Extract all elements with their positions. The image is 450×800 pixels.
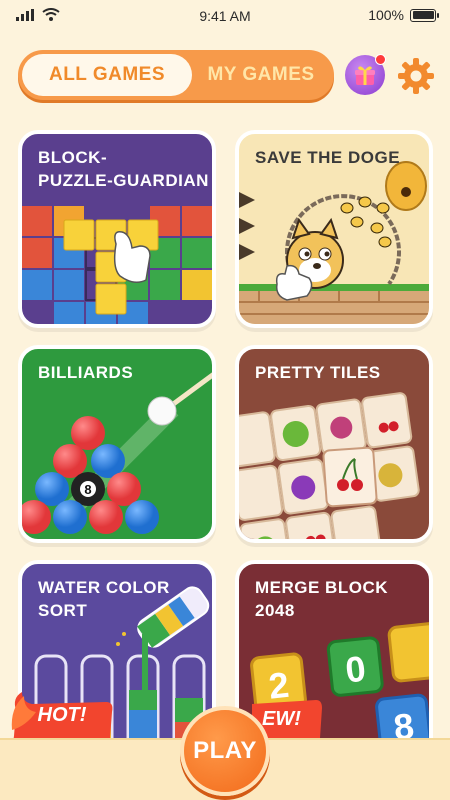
gear-icon xyxy=(398,58,434,94)
notification-badge xyxy=(375,54,386,65)
game-title: MERGE BLOCK 2048 xyxy=(255,578,388,620)
eight-ball-number: 8 xyxy=(84,482,91,497)
gift-icon xyxy=(355,66,375,85)
battery-icon xyxy=(410,8,439,22)
game-tabs: ALL GAMES MY GAMES xyxy=(18,50,334,100)
merge-tile-value: 0 xyxy=(343,648,367,691)
game-title: PRETTY TILES xyxy=(255,363,381,382)
game-card-pretty-tiles[interactable]: PRETTY TILES xyxy=(235,345,433,543)
game-title: SAVE THE DOGE xyxy=(255,148,401,167)
tab-all-games[interactable]: ALL GAMES xyxy=(22,54,192,96)
game-card-save-the-doge[interactable]: SAVE THE DOGE xyxy=(235,130,433,328)
gift-button[interactable] xyxy=(345,54,386,95)
battery-group: 100% xyxy=(368,7,439,23)
battery-percent: 100% xyxy=(368,7,404,23)
game-title: WATER COLOR SORT xyxy=(38,578,170,620)
game-title: BILLIARDS xyxy=(38,363,134,382)
tab-my-games[interactable]: MY GAMES xyxy=(192,54,330,96)
game-card-billiards[interactable]: BILLIARDS 8 xyxy=(18,345,216,543)
settings-button[interactable] xyxy=(396,56,436,96)
status-bar: 9:41 AM 100% xyxy=(0,0,450,30)
game-card-block-puzzle-guardian[interactable]: BLOCK- PUZZLE-GUARDIAN xyxy=(18,130,216,328)
game-title: BLOCK- PUZZLE-GUARDIAN xyxy=(38,148,209,190)
hot-label: HOT! xyxy=(37,704,87,726)
play-button[interactable]: PLAY xyxy=(180,706,270,796)
